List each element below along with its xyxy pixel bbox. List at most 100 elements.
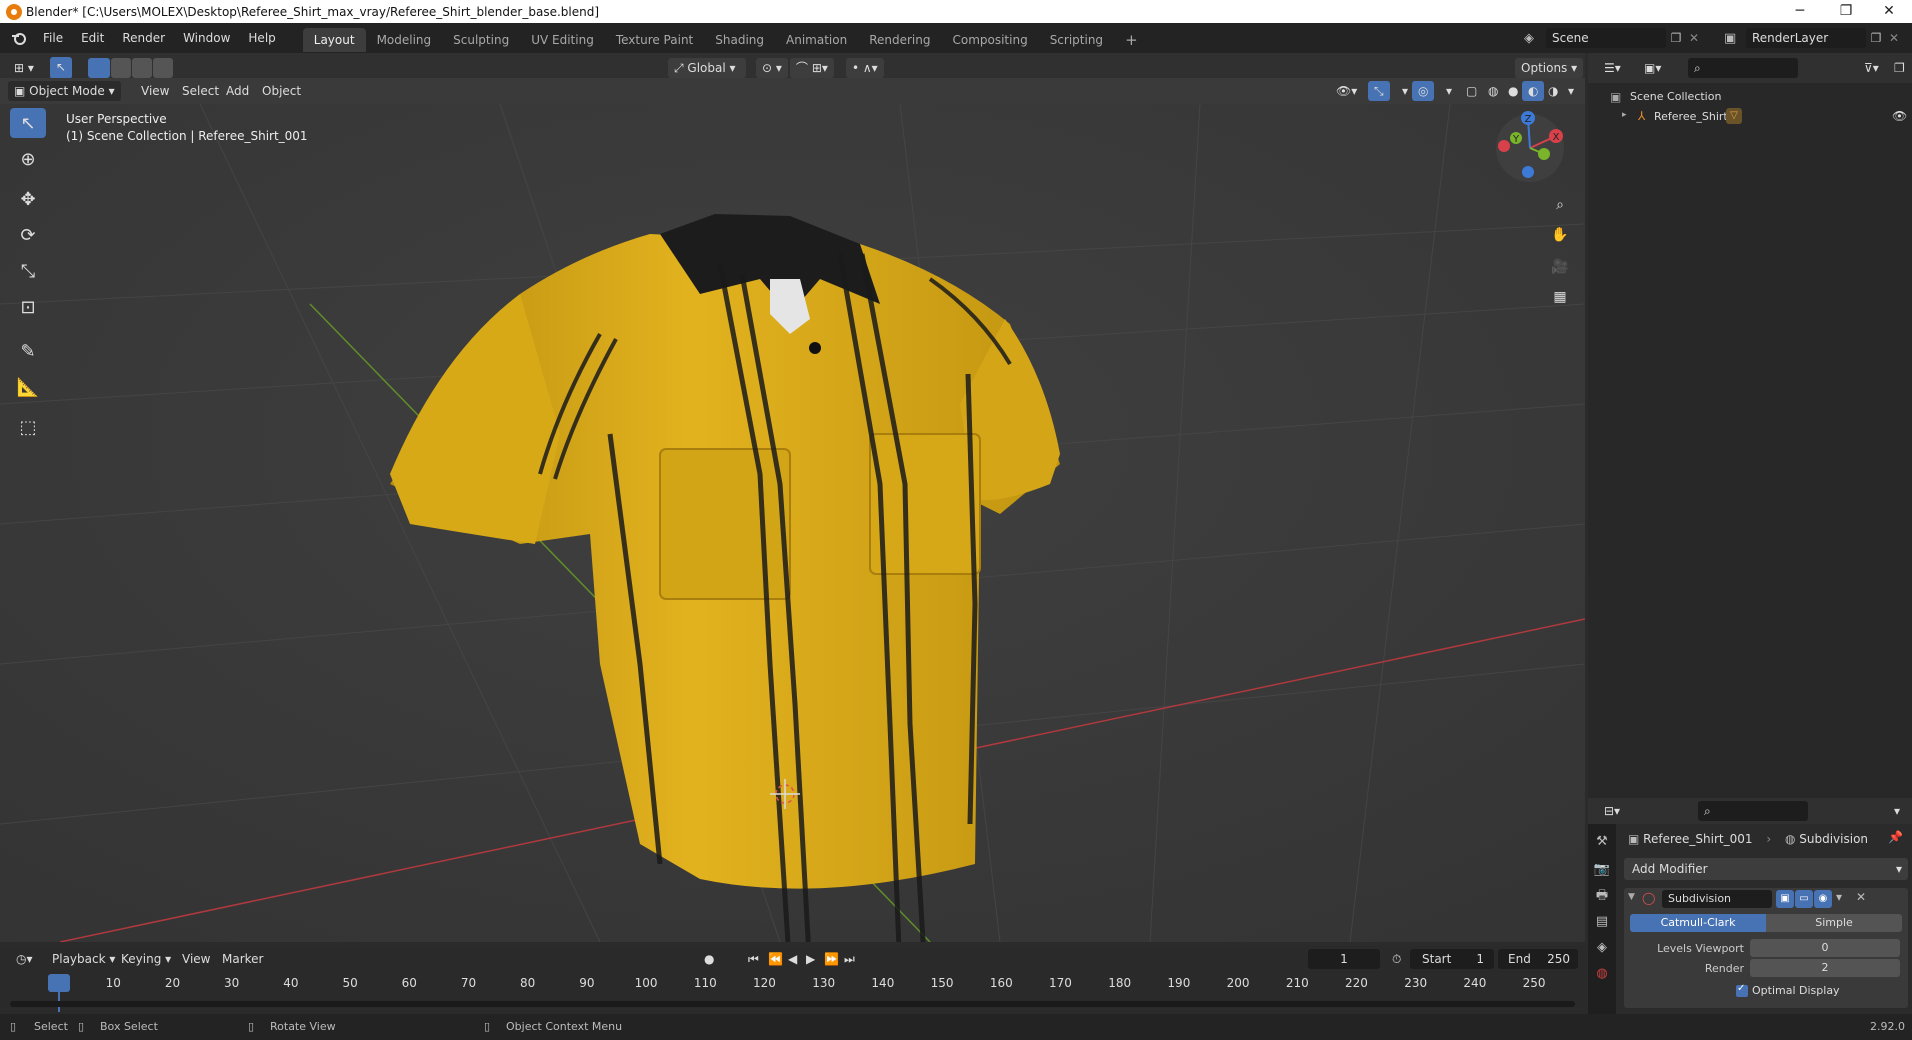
tab-modeling[interactable]: Modeling [366, 28, 443, 52]
collapse-arrow-icon[interactable]: ▼ [1628, 892, 1635, 902]
gizmo-icon[interactable]: ⤡ [1368, 81, 1390, 101]
output-tab-icon[interactable]: 🖶 [1592, 886, 1612, 906]
menu-window[interactable]: Window [174, 23, 239, 53]
shading-dropdown-icon[interactable]: ▾ [1562, 81, 1580, 101]
menu-render[interactable]: Render [113, 23, 174, 53]
visibility-eye-icon[interactable]: 👁 [1892, 109, 1907, 123]
menu-object[interactable]: Object [256, 81, 307, 101]
new-render-layer-icon[interactable]: ❐ [1866, 31, 1886, 45]
render-toggle-icon[interactable]: ◉ [1814, 890, 1832, 908]
xray-icon[interactable]: ▢ [1460, 81, 1483, 101]
menu-view[interactable]: View [135, 81, 175, 101]
scene-tab-icon[interactable]: ◈ [1592, 938, 1612, 958]
remove-scene-icon[interactable]: ✕ [1686, 31, 1702, 45]
pivot-icon[interactable]: ⊙ ▾ [756, 58, 788, 78]
tab-sculpting[interactable]: Sculpting [442, 28, 520, 52]
transform-tool-icon[interactable]: ⊡ [10, 292, 46, 322]
outliner-root-row[interactable]: ▣ Scene Collection [1588, 87, 1912, 107]
menu-add[interactable]: Add [220, 81, 255, 101]
scene-field[interactable]: Scene [1546, 28, 1666, 48]
tab-layout[interactable]: Layout [302, 27, 366, 52]
mode-new-icon[interactable] [88, 58, 110, 78]
add-workspace-icon[interactable]: + [1114, 28, 1149, 52]
levels-viewport-field[interactable]: 0 [1750, 939, 1900, 957]
measure-tool-icon[interactable]: 📐 [10, 372, 46, 402]
menu-select[interactable]: Select [176, 81, 225, 101]
render-layer-field[interactable]: RenderLayer [1746, 28, 1866, 48]
status-bar: ▯ Select ▯ Box Select ▯ Rotate View ▯ Ob… [0, 1014, 1912, 1040]
expand-arrow-icon[interactable]: ▸ [1622, 110, 1627, 120]
scene-icon[interactable]: ◈ [1524, 31, 1546, 46]
outliner-item-referee-shirt[interactable]: ▸ ⅄ Referee_Shirt ▽ 👁 [1588, 107, 1912, 127]
scale-tool-icon[interactable]: ⤡ [10, 256, 46, 286]
tool-tab-icon[interactable]: ⚒ [1592, 832, 1612, 852]
menu-help[interactable]: Help [239, 23, 284, 53]
options-dropdown[interactable]: Options ▾ [1515, 58, 1584, 78]
3d-viewport[interactable]: User Perspective (1) Scene Collection | … [0, 104, 1585, 942]
visibility-icon[interactable]: 👁▾ [1330, 81, 1363, 101]
ortho-toggle-icon[interactable]: ▦ [1547, 284, 1573, 310]
render-tab-icon[interactable]: 📷 [1592, 860, 1612, 880]
tab-scripting[interactable]: Scripting [1039, 28, 1114, 52]
editor-type-icon[interactable]: ⊞ ▾ [8, 58, 40, 78]
select-tool-icon[interactable]: ↖ [50, 57, 72, 79]
cursor-tool-icon[interactable]: ⊕ [10, 144, 46, 174]
snap-icon[interactable]: ⌒ ⊞▾ [790, 58, 834, 78]
rotate-tool-icon[interactable]: ⟳ [10, 220, 46, 250]
close-button[interactable]: ✕ [1866, 0, 1912, 23]
blender-menu-icon[interactable] [8, 27, 30, 49]
proportional-icon[interactable]: • ∧▾ [846, 58, 884, 78]
tab-compositing[interactable]: Compositing [941, 28, 1038, 52]
annotate-tool-icon[interactable]: ✎ [10, 336, 46, 366]
new-collection-icon[interactable]: ❐ [1888, 58, 1911, 78]
tab-texture-paint[interactable]: Texture Paint [605, 28, 704, 52]
new-scene-icon[interactable]: ❐ [1666, 31, 1686, 45]
menu-edit[interactable]: Edit [72, 23, 113, 53]
properties-options-icon[interactable]: ▾ [1888, 801, 1906, 821]
tab-uv-editing[interactable]: UV Editing [520, 28, 605, 52]
render-levels-field[interactable]: 2 [1750, 959, 1900, 977]
mode-invert-icon[interactable] [153, 58, 173, 78]
viewport-toggle-icon[interactable]: ▭ [1795, 890, 1813, 908]
outliner-search-input[interactable]: ⌕ [1688, 58, 1798, 78]
properties-editor-icon[interactable]: ⊟▾ [1598, 801, 1626, 821]
edit-mode-toggle-icon[interactable]: ▣ [1776, 890, 1794, 908]
mode-dropdown[interactable]: ▣ Object Mode ▾ [8, 81, 121, 101]
add-modifier-dropdown[interactable]: Add Modifier ▾ [1624, 858, 1908, 880]
add-cube-tool-icon[interactable]: ⬚ [10, 412, 46, 442]
tab-rendering[interactable]: Rendering [858, 28, 941, 52]
navigation-gizmo[interactable]: X Z Y [1490, 108, 1570, 188]
optimal-display-checkbox[interactable]: Optimal Display [1736, 983, 1840, 997]
tab-animation[interactable]: Animation [775, 28, 858, 52]
move-tool-icon[interactable]: ✥ [10, 184, 46, 214]
select-box-tool-icon[interactable]: ↖ [10, 108, 46, 138]
orientation-dropdown[interactable]: ⤢ Global ▾ [668, 58, 746, 78]
tab-shading[interactable]: Shading [704, 28, 775, 52]
view-layer-tab-icon[interactable]: ▤ [1592, 912, 1612, 932]
minimize-button[interactable]: ─ [1777, 0, 1823, 23]
filter-icon[interactable]: ⊽▾ [1858, 58, 1885, 78]
modifier-name-input[interactable]: Subdivision [1662, 890, 1772, 908]
outliner-editor-icon[interactable]: ☰▾ [1598, 58, 1627, 78]
playhead[interactable] [48, 974, 70, 992]
display-mode-icon[interactable]: ▣▾ [1638, 58, 1667, 78]
timeline-scrollbar[interactable] [10, 1001, 1575, 1007]
simple-button[interactable]: Simple [1766, 914, 1902, 932]
mode-extend-icon[interactable] [111, 58, 131, 78]
render-layer-icon[interactable]: ▣ [1724, 31, 1746, 46]
restore-button[interactable]: ❐ [1823, 0, 1869, 23]
camera-view-icon[interactable]: 🎥 [1547, 254, 1573, 280]
remove-modifier-icon[interactable]: ✕ [1856, 890, 1866, 904]
menu-file[interactable]: File [34, 23, 72, 53]
mode-subtract-icon[interactable] [132, 58, 152, 78]
zoom-icon[interactable]: ⌕ [1547, 192, 1573, 218]
pan-hand-icon[interactable]: ✋ [1547, 222, 1573, 248]
modifier-menu-icon[interactable]: ▾ [1836, 890, 1842, 904]
properties-search-input[interactable]: ⌕ [1698, 801, 1808, 821]
remove-render-layer-icon[interactable]: ✕ [1886, 31, 1902, 45]
catmull-clark-button[interactable]: Catmull-Clark [1630, 914, 1766, 932]
overlay-icon[interactable]: ◎ [1412, 81, 1435, 101]
overlay-dropdown-icon[interactable]: ▾ [1440, 81, 1458, 101]
world-tab-icon[interactable]: ◍ [1592, 964, 1612, 984]
pin-icon[interactable]: 📌 [1888, 830, 1903, 844]
